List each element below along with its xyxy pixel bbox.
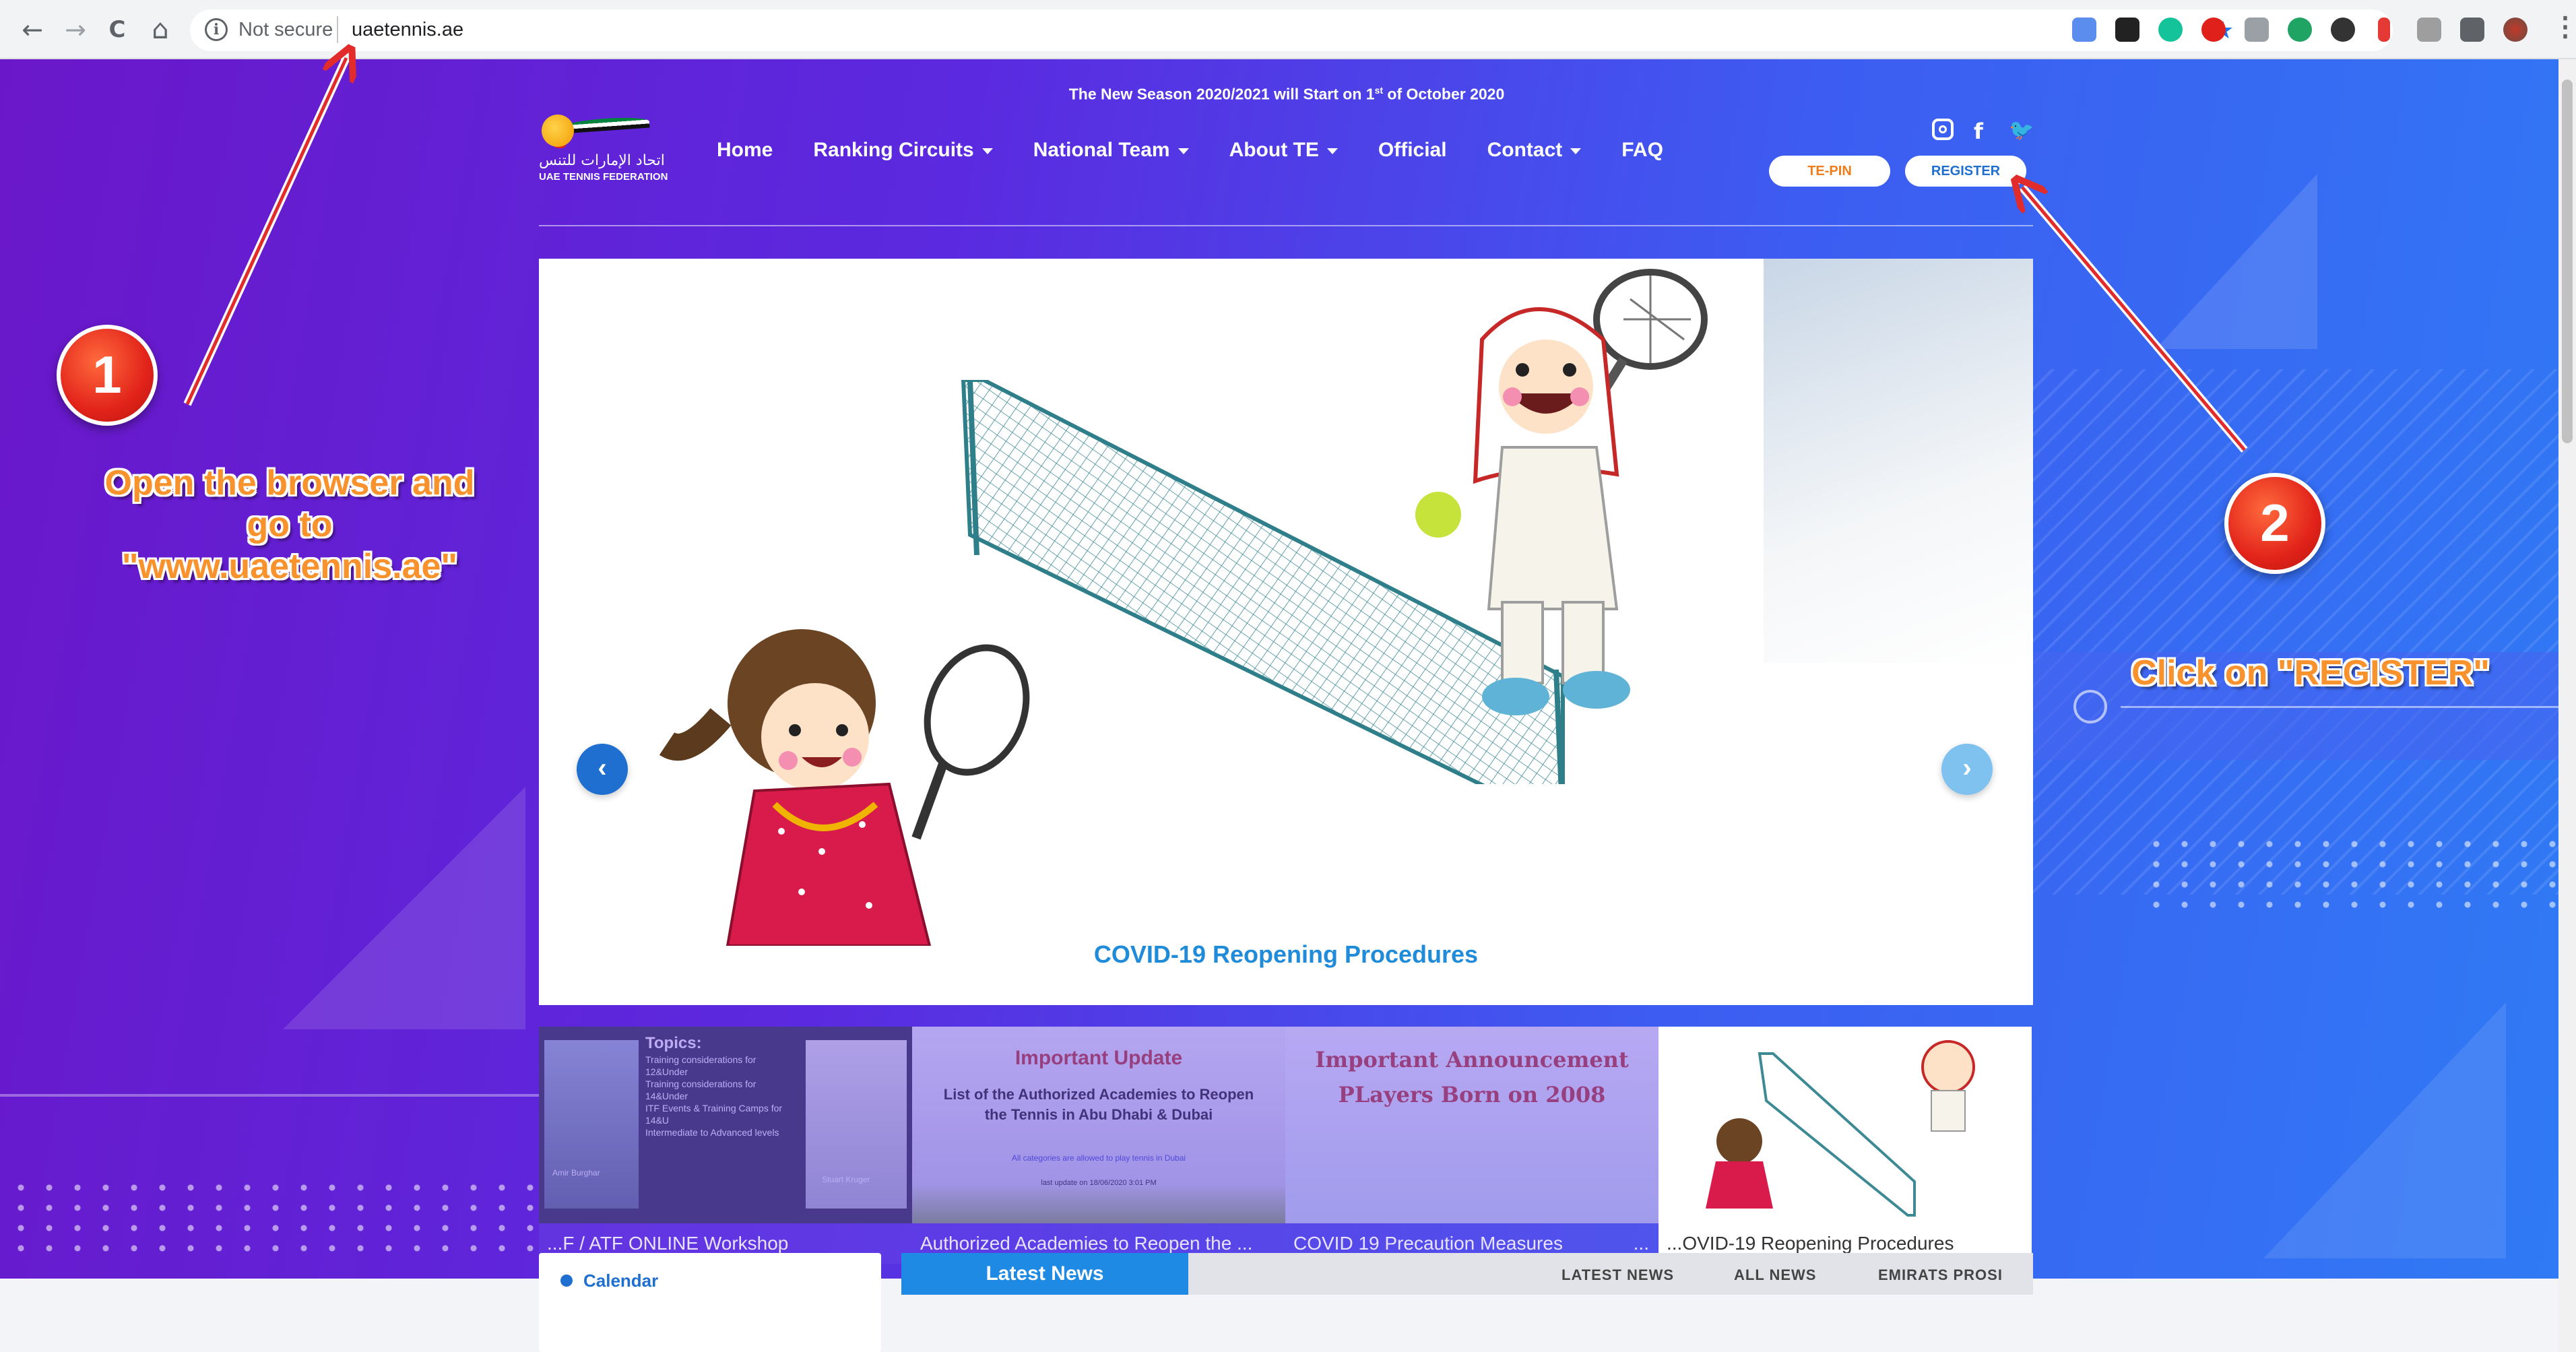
thumbnail-reopening-active[interactable]: ...OVID-19 Reopening Procedures — [1659, 1027, 2032, 1264]
decor-triangle — [283, 787, 525, 1029]
dropdown-caret-icon — [981, 148, 993, 154]
calendar-label: Calendar — [583, 1270, 659, 1291]
web-page: The New Season 2020/2021 will Start on 1… — [0, 59, 2576, 1352]
thumbnail-academies[interactable]: Important Update List of the Authorized … — [912, 1027, 1285, 1264]
step-1-instruction: Open the browser and go to "www.uaetenni… — [104, 463, 475, 586]
slider-next-arrow-icon[interactable]: › — [1941, 744, 1993, 795]
decor-triangle — [2263, 1002, 2506, 1258]
back-arrow-icon[interactable]: ← — [18, 15, 47, 44]
nav-about-te[interactable]: About TE — [1229, 139, 1338, 171]
decor-stripes — [2033, 369, 2558, 895]
info-icon[interactable]: i — [205, 18, 228, 41]
reopening-thumbnail-image — [1659, 1027, 2032, 1223]
decor-circle — [2073, 690, 2107, 723]
tab-latest-news[interactable]: LATEST NEWS — [1561, 1266, 1674, 1284]
season-announcement: The New Season 2020/2021 will Start on 1… — [1068, 85, 1505, 103]
nav-ranking-circuits[interactable]: Ranking Circuits — [813, 139, 993, 171]
tab-emirats-prosi[interactable]: EMIRATS PROSI — [1878, 1266, 2003, 1284]
slider-prev-arrow-icon[interactable]: ‹ — [577, 744, 628, 795]
logo-tennis-ball — [542, 115, 574, 147]
dropdown-caret-icon — [1570, 148, 1582, 154]
facebook-icon[interactable]: f — [1974, 119, 1983, 144]
home-icon[interactable]: ⌂ — [146, 15, 175, 44]
twitter-icon[interactable]: 🐦 — [2009, 119, 2034, 142]
security-label: Not secure — [238, 19, 333, 40]
scrollbar-thumb[interactable] — [2562, 79, 2573, 443]
pin-extension-icon[interactable] — [2378, 18, 2390, 42]
instagram-icon[interactable] — [1932, 119, 1954, 140]
step-2-instruction: Click on "REGISTER" — [2131, 653, 2490, 693]
logo-flag-swoosh — [561, 115, 650, 134]
browser-menu-icon[interactable]: ⋮ — [2552, 13, 2576, 40]
tab-all-news[interactable]: ALL NEWS — [1734, 1266, 1816, 1284]
slide-caption[interactable]: COVID-19 Reopening Procedures — [539, 940, 2033, 969]
opera-extension-icon[interactable] — [2201, 18, 2226, 42]
latest-news-heading[interactable]: Latest News — [901, 1253, 1188, 1295]
header-divider — [539, 225, 2033, 226]
calendar-bullet-icon — [560, 1275, 573, 1287]
cast-extension-icon[interactable] — [2245, 18, 2269, 42]
dark-extension-icon[interactable] — [2331, 18, 2355, 42]
dropdown-caret-icon — [1326, 148, 1338, 154]
reload-icon[interactable]: C — [102, 15, 132, 44]
nav-faq[interactable]: FAQ — [1621, 139, 1663, 171]
decor-dots — [7, 1178, 539, 1252]
dropdown-caret-icon — [1178, 148, 1189, 154]
translate-extension-icon[interactable] — [2072, 18, 2096, 42]
profile-avatar[interactable] — [2503, 18, 2527, 42]
page-scrollbar[interactable] — [2558, 59, 2576, 1352]
calendar-widget[interactable]: Calendar — [539, 1253, 881, 1352]
thumbnail-precaution[interactable]: Important Announcement PLayers Born on 2… — [1285, 1027, 1659, 1264]
url-text[interactable]: uaetennis.ae — [352, 19, 463, 41]
grammarly-extension-icon[interactable] — [2158, 18, 2183, 42]
nav-contact[interactable]: Contact — [1487, 139, 1582, 171]
te-pin-button[interactable]: TE-PIN — [1769, 156, 1890, 187]
logo-english-text: UAE TENNIS FEDERATION — [539, 171, 668, 183]
hero-slider[interactable]: COVID-19 Reopening Procedures — [539, 259, 2033, 1005]
decor-line — [0, 1094, 539, 1097]
forward-arrow-icon[interactable]: → — [61, 15, 90, 44]
boy-tennis-player-illustration — [1415, 269, 1708, 715]
nav-official[interactable]: Official — [1378, 139, 1447, 171]
girl-tennis-player-illustration — [659, 629, 1030, 946]
step-2-badge: 2 — [2224, 473, 2325, 574]
nav-home[interactable]: Home — [717, 139, 773, 171]
slider-thumbnails: Topics: Training considerations for 12&U… — [539, 1027, 2033, 1264]
green-extension-icon[interactable] — [2288, 18, 2312, 42]
decor-line — [2121, 706, 2576, 708]
thumbnail-workshop[interactable]: Topics: Training considerations for 12&U… — [539, 1027, 912, 1264]
logo-arabic-text: اتحاد الإمارات للتنس — [539, 152, 665, 169]
nav-national-team[interactable]: National Team — [1033, 139, 1189, 171]
puzzle-extensions-icon[interactable] — [2460, 18, 2484, 42]
address-separator — [337, 16, 338, 43]
sky-background — [1764, 259, 2033, 663]
mini-tennis-illustration — [1706, 1040, 1975, 1217]
terminal-extension-icon[interactable] — [2115, 18, 2139, 42]
decor-triangle — [2156, 174, 2317, 349]
address-bar[interactable]: i Not secure uaetennis.ae ★ — [190, 9, 2393, 51]
step-1-badge: 1 — [57, 325, 158, 426]
camera-extension-icon[interactable] — [2417, 18, 2441, 42]
browser-toolbar: ← → C ⌂ i Not secure uaetennis.ae ★ ⋮ — [0, 0, 2576, 59]
main-navigation: Home Ranking Circuits National Team Abou… — [717, 139, 1704, 171]
uae-tennis-logo[interactable]: اتحاد الإمارات للتنس UAE TENNIS FEDERATI… — [539, 115, 680, 189]
news-tabs: Latest News LATEST NEWS ALL NEWS EMIRATS… — [901, 1253, 2033, 1295]
register-button[interactable]: REGISTER — [1905, 156, 2026, 187]
